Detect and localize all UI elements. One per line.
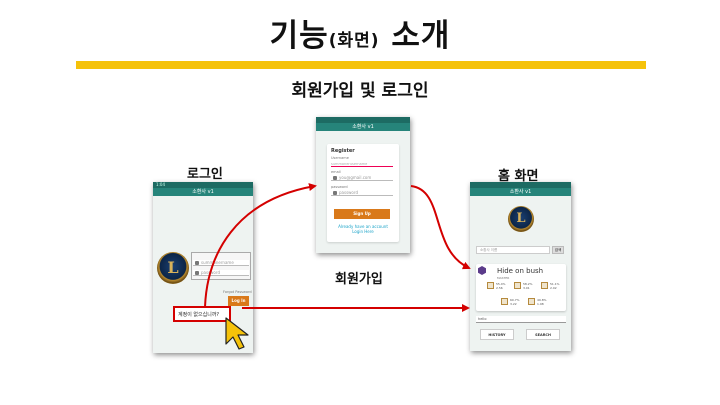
forgot-password-link[interactable]: Forgot Password [223, 290, 252, 294]
stat-item: 49.8% 1.98 [528, 298, 547, 306]
champion-icon [528, 298, 535, 305]
summoner-search-input[interactable]: 소환사 이름 [476, 246, 550, 254]
lol-logo-icon: L [157, 252, 189, 284]
password-label: password [331, 185, 348, 189]
title-underline [76, 61, 646, 69]
login-logo-letter: L [167, 257, 179, 277]
title-main: 기능 [269, 18, 329, 54]
summoner-tier: MASTER [497, 276, 510, 280]
username-input[interactable]: summonerusername [331, 161, 393, 167]
email-label: email [331, 170, 341, 174]
no-account-link[interactable]: 계정이 없으십니까? [178, 311, 219, 318]
champion-icon [501, 298, 508, 305]
login-here-link[interactable]: Already have an account Login Here [327, 224, 399, 234]
login-screen: 1:04 소환사 v1 L summonername password Forg… [153, 182, 253, 353]
register-screen: 소환사 v1 Register Username summonerusernam… [316, 117, 410, 253]
login-id-input[interactable]: summonername [193, 260, 249, 266]
email-input[interactable]: you@gmail.com [331, 175, 393, 181]
caption-register: 회원가입 [335, 272, 383, 287]
register-heading: Register [331, 148, 355, 154]
slide-subtitle: 회원가입 및 로그인 [291, 81, 429, 101]
title-paren: (화면) [328, 31, 380, 51]
stat-line2: 3.22 [510, 302, 517, 306]
home-app-bar: 소환사 v1 [470, 188, 571, 196]
home-lol-logo-icon: L [508, 206, 534, 232]
champion-icon [487, 282, 494, 289]
hello-input[interactable]: hello [476, 316, 566, 323]
arrow-register-to-home [410, 185, 471, 270]
slide-title: 기능(화면) 소개 [0, 10, 720, 55]
title-tail: 소개 [391, 18, 451, 54]
login-password-input[interactable]: password [193, 270, 249, 276]
home-logo-letter: L [516, 210, 526, 226]
stat-item: 55.4% 2.56 [487, 282, 506, 290]
stat-item: 51.1% 2.02 [541, 282, 560, 290]
stat-line2: 2.02 [550, 286, 557, 290]
champion-icon [541, 282, 548, 289]
history-button[interactable]: HISTORY [480, 329, 514, 340]
login-app-bar: 소환사 v1 [153, 188, 253, 196]
champion-icon [514, 282, 521, 289]
search-nav-button[interactable]: SEARCH [526, 329, 560, 340]
register-password-input[interactable]: password [331, 190, 393, 196]
register-app-bar: 소환사 v1 [316, 123, 410, 131]
stat-item: 60.7% 3.22 [501, 298, 520, 306]
stat-item: 58.2% 3.01 [514, 282, 533, 290]
login-button[interactable]: Log In [228, 296, 249, 306]
login-link-line2: Login Here [352, 229, 374, 234]
caption-login: 로그인 [187, 167, 223, 182]
login-status-time: 1:04 [156, 182, 165, 187]
stat-line2: 3.01 [523, 286, 530, 290]
signup-button[interactable]: Sign Up [334, 209, 390, 219]
summoner-name: Hide on bush [497, 267, 544, 275]
summoner-search-button[interactable]: 검색 [552, 246, 564, 254]
stat-line2: 1.98 [537, 302, 544, 306]
home-screen: 소환사 v1 L 소환사 이름 검색 Hide on bush MASTER 5… [470, 182, 571, 351]
username-label: Username [331, 156, 349, 160]
stat-line2: 2.56 [496, 286, 503, 290]
